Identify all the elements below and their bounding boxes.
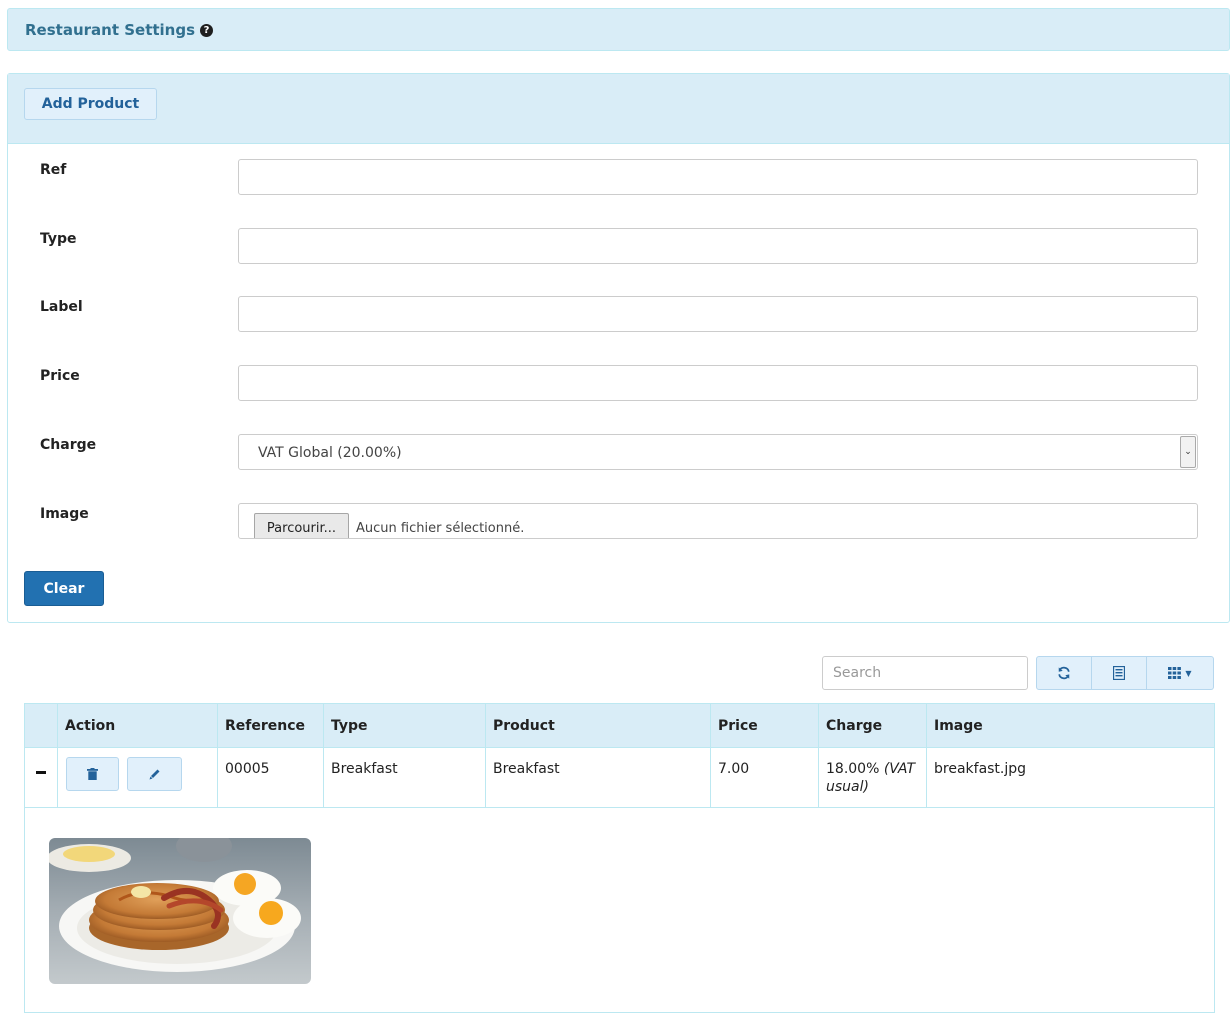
table-row: 00005 Breakfast Breakfast 7.00 18.00% (V… — [25, 748, 1214, 808]
cell-product: Breakfast — [493, 761, 560, 777]
column-header-price[interactable]: Price — [710, 704, 818, 748]
panel-heading: Add Product — [8, 74, 1229, 144]
chevron-down-icon[interactable]: ⌄ — [1180, 436, 1196, 468]
file-status-text: Aucun fichier sélectionné. — [356, 521, 525, 536]
collapse-detail-icon[interactable] — [36, 771, 46, 774]
column-divider — [926, 704, 927, 808]
column-header-type[interactable]: Type — [323, 704, 485, 748]
page-header: Restaurant Settings ? — [7, 8, 1230, 51]
charge-select-value: VAT Global (20.00%) — [258, 445, 402, 461]
column-divider — [485, 704, 486, 808]
cell-price: 7.00 — [718, 761, 750, 777]
price-input[interactable] — [238, 365, 1198, 401]
pencil-icon — [149, 769, 159, 780]
list-icon — [1113, 666, 1125, 680]
image-file-input[interactable]: Parcourir... Aucun fichier sélectionné. — [238, 503, 1198, 539]
help-icon[interactable]: ? — [200, 23, 214, 37]
caret-down-icon: ▼ — [1185, 668, 1192, 678]
ref-input[interactable] — [238, 159, 1198, 195]
column-divider — [217, 704, 218, 808]
clear-button[interactable]: Clear — [24, 571, 104, 606]
column-divider — [323, 704, 324, 808]
column-header-product[interactable]: Product — [485, 704, 710, 748]
add-product-button[interactable]: Add Product — [24, 88, 157, 120]
page-title-text: Restaurant Settings — [25, 21, 196, 39]
type-label: Type — [40, 231, 77, 247]
price-label: Price — [40, 368, 80, 384]
charge-rate: 18.00% — [826, 761, 880, 777]
cell-type: Breakfast — [331, 761, 398, 777]
columns-icon — [1168, 667, 1182, 679]
delete-button[interactable] — [66, 757, 119, 791]
browse-button[interactable]: Parcourir... — [254, 513, 349, 538]
toggle-view-button[interactable] — [1092, 656, 1147, 690]
label-input[interactable] — [238, 296, 1198, 332]
image-label: Image — [40, 506, 89, 522]
column-divider — [710, 704, 711, 808]
trash-icon — [87, 768, 98, 780]
product-image-preview — [49, 838, 311, 984]
products-table: Action Reference Type Product Price Char… — [24, 703, 1215, 1013]
ref-label: Ref — [40, 162, 67, 178]
edit-button[interactable] — [127, 757, 182, 791]
cell-charge: 18.00% (VAT usual) — [818, 748, 926, 808]
table-toolbar: ▼ — [1036, 656, 1214, 690]
product-form-panel: Add Product Ref Type Label Price Charge … — [7, 73, 1230, 623]
cell-reference: 00005 — [225, 761, 270, 777]
column-divider — [57, 704, 58, 808]
table-header: Action Reference Type Product Price Char… — [25, 704, 1214, 748]
search-input[interactable]: Search — [822, 656, 1028, 690]
type-input[interactable] — [238, 228, 1198, 264]
column-divider — [818, 704, 819, 808]
column-header-charge[interactable]: Charge — [818, 704, 926, 748]
columns-dropdown-button[interactable]: ▼ — [1147, 656, 1214, 690]
page-title: Restaurant Settings ? — [25, 21, 214, 39]
cell-image: breakfast.jpg — [934, 761, 1027, 777]
refresh-button[interactable] — [1036, 656, 1092, 690]
refresh-icon — [1058, 666, 1070, 680]
charge-label: Charge — [40, 437, 97, 453]
charge-select[interactable]: VAT Global (20.00%) ⌄ — [238, 434, 1198, 470]
column-header-image[interactable]: Image — [926, 704, 1215, 748]
column-header-action[interactable]: Action — [57, 704, 217, 748]
label-label: Label — [40, 299, 83, 315]
column-header-reference[interactable]: Reference — [217, 704, 323, 748]
breakfast-photo — [49, 838, 311, 984]
